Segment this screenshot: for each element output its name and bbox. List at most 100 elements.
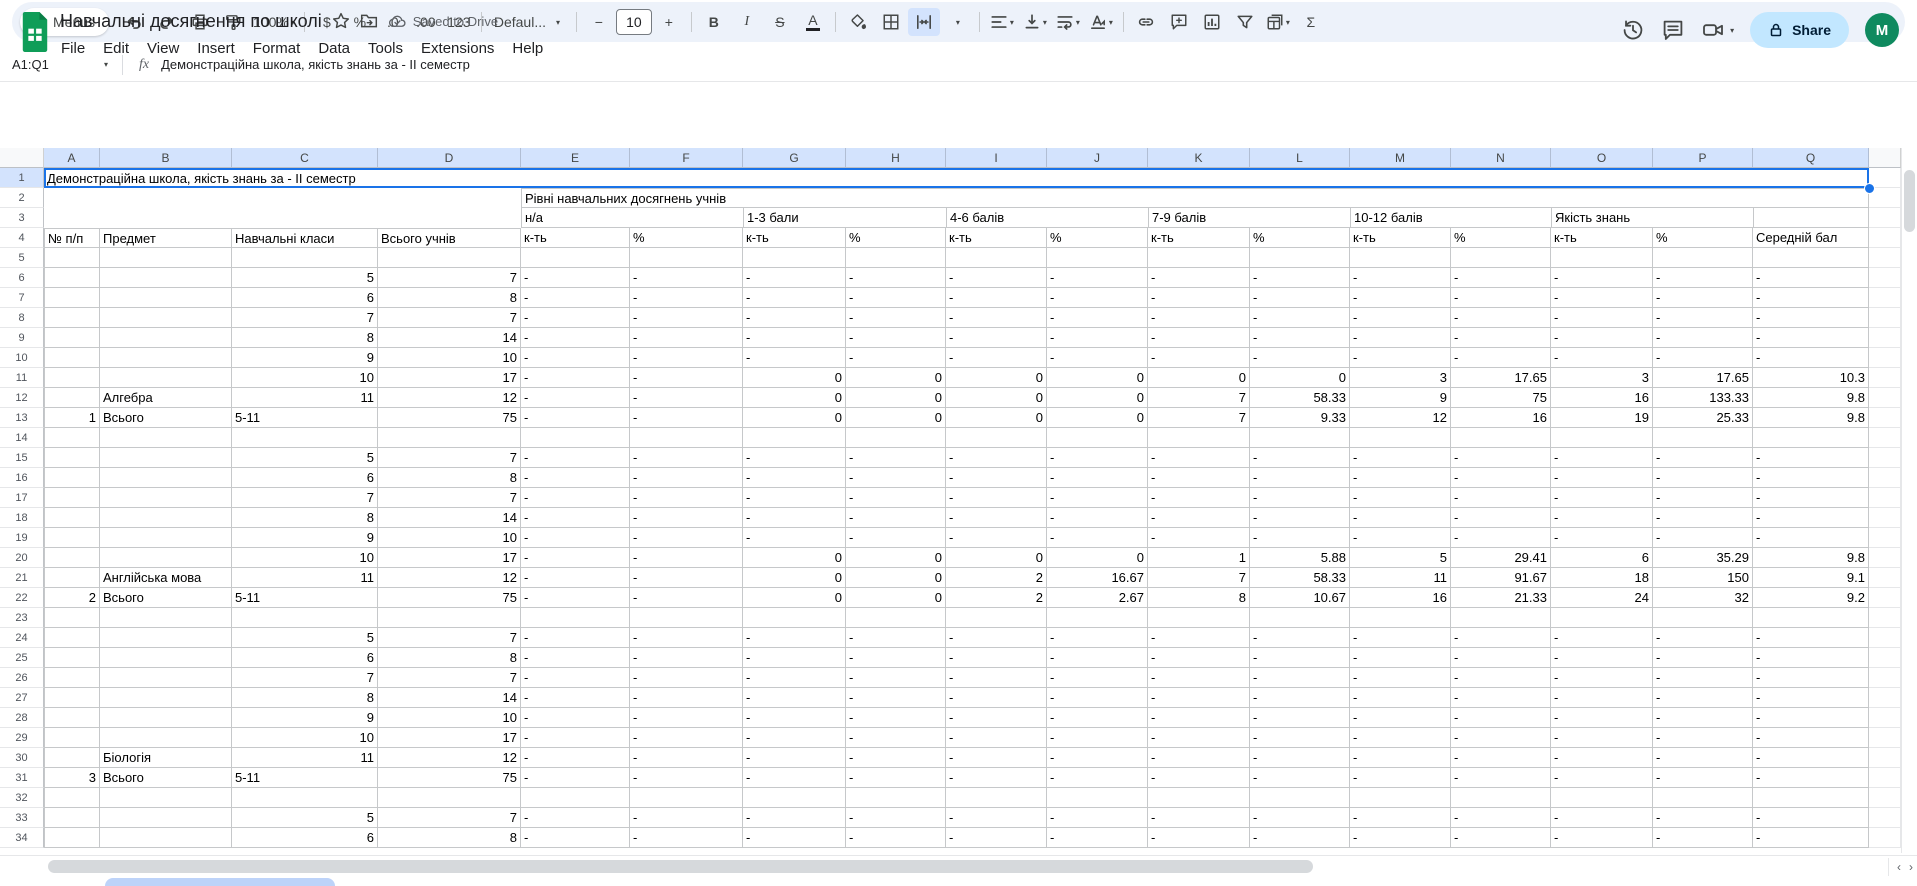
cell-O18[interactable]: - (1551, 508, 1653, 528)
cell-F14[interactable] (630, 428, 743, 448)
cell-P7[interactable]: - (1653, 288, 1753, 308)
cell-N14[interactable] (1451, 428, 1551, 448)
cell-J25[interactable]: - (1047, 648, 1148, 668)
cell-C4[interactable]: Навчальні класи (232, 228, 378, 248)
cell-H19[interactable]: - (846, 528, 946, 548)
cell-N12[interactable]: 75 (1451, 388, 1551, 408)
cell-C12[interactable]: 11 (232, 388, 378, 408)
cell-I12[interactable]: 0 (946, 388, 1047, 408)
cell-O33[interactable]: - (1551, 808, 1653, 828)
cell-F23[interactable] (630, 608, 743, 628)
cell-N18[interactable]: - (1451, 508, 1551, 528)
menu-extensions[interactable]: Extensions (412, 38, 503, 59)
cell-O17[interactable]: - (1551, 488, 1653, 508)
menu-tools[interactable]: Tools (359, 38, 412, 59)
cell-G17[interactable]: - (743, 488, 846, 508)
cell-H29[interactable]: - (846, 728, 946, 748)
cell-F7[interactable]: - (630, 288, 743, 308)
cell-O30[interactable]: - (1551, 748, 1653, 768)
cell-A9[interactable] (44, 328, 100, 348)
cell-O16[interactable]: - (1551, 468, 1653, 488)
row-header-19[interactable]: 19 (0, 528, 44, 548)
cell-J20[interactable]: 0 (1047, 548, 1148, 568)
cell-Q31[interactable]: - (1753, 768, 1869, 788)
cell-I24[interactable]: - (946, 628, 1047, 648)
cell-O25[interactable]: - (1551, 648, 1653, 668)
cell-O26[interactable]: - (1551, 668, 1653, 688)
cell-G1[interactable] (743, 168, 846, 188)
cell-P3[interactable] (1653, 208, 1753, 228)
cell-P11[interactable]: 17.65 (1653, 368, 1753, 388)
cell-K5[interactable] (1148, 248, 1250, 268)
cell-B18[interactable] (100, 508, 232, 528)
cell-J10[interactable]: - (1047, 348, 1148, 368)
cell-A29[interactable] (44, 728, 100, 748)
cell-K28[interactable]: - (1148, 708, 1250, 728)
cell-C26[interactable]: 7 (232, 668, 378, 688)
cell-C29[interactable]: 10 (232, 728, 378, 748)
cell-F16[interactable]: - (630, 468, 743, 488)
cell-A12[interactable] (44, 388, 100, 408)
cell-M7[interactable]: - (1350, 288, 1451, 308)
cell-L5[interactable] (1250, 248, 1350, 268)
cell-I10[interactable]: - (946, 348, 1047, 368)
cell-K32[interactable] (1148, 788, 1250, 808)
cell-Q9[interactable]: - (1753, 328, 1869, 348)
cell-L10[interactable]: - (1250, 348, 1350, 368)
cell-B20[interactable] (100, 548, 232, 568)
column-header-I[interactable]: I (946, 148, 1047, 168)
cell-N24[interactable]: - (1451, 628, 1551, 648)
cell-partial-31[interactable] (1869, 768, 1901, 788)
cell-K19[interactable]: - (1148, 528, 1250, 548)
cell-B32[interactable] (100, 788, 232, 808)
cell-E24[interactable]: - (521, 628, 630, 648)
cell-G10[interactable]: - (743, 348, 846, 368)
column-header-K[interactable]: K (1148, 148, 1250, 168)
cell-A3[interactable] (44, 208, 100, 228)
cell-F21[interactable]: - (630, 568, 743, 588)
vertical-scrollbar-thumb[interactable] (1904, 170, 1915, 232)
cell-Q6[interactable]: - (1753, 268, 1869, 288)
cell-I14[interactable] (946, 428, 1047, 448)
cell-partial-21[interactable] (1869, 568, 1901, 588)
menu-view[interactable]: View (138, 38, 188, 59)
cell-P17[interactable]: - (1653, 488, 1753, 508)
cell-partial-27[interactable] (1869, 688, 1901, 708)
cell-G33[interactable]: - (743, 808, 846, 828)
cell-G12[interactable]: 0 (743, 388, 846, 408)
cell-H12[interactable]: 0 (846, 388, 946, 408)
cell-O10[interactable]: - (1551, 348, 1653, 368)
cell-J28[interactable]: - (1047, 708, 1148, 728)
cell-Q7[interactable]: - (1753, 288, 1869, 308)
cell-M16[interactable]: - (1350, 468, 1451, 488)
column-header-D[interactable]: D (378, 148, 521, 168)
cell-F9[interactable]: - (630, 328, 743, 348)
cell-G18[interactable]: - (743, 508, 846, 528)
cell-I17[interactable]: - (946, 488, 1047, 508)
cell-O4[interactable]: к-ть (1551, 228, 1653, 248)
cell-B21[interactable]: Англійська мова (100, 568, 232, 588)
cell-G34[interactable]: - (743, 828, 846, 848)
cell-B28[interactable] (100, 708, 232, 728)
cell-G27[interactable]: - (743, 688, 846, 708)
row-header-11[interactable]: 11 (0, 368, 44, 388)
cell-G2[interactable] (743, 188, 846, 208)
cell-E28[interactable]: - (521, 708, 630, 728)
cell-O8[interactable]: - (1551, 308, 1653, 328)
cell-O29[interactable]: - (1551, 728, 1653, 748)
cell-partial-28[interactable] (1869, 708, 1901, 728)
cell-J15[interactable]: - (1047, 448, 1148, 468)
cell-H24[interactable]: - (846, 628, 946, 648)
cell-H25[interactable]: - (846, 648, 946, 668)
cell-I20[interactable]: 0 (946, 548, 1047, 568)
cell-F34[interactable]: - (630, 828, 743, 848)
cell-L15[interactable]: - (1250, 448, 1350, 468)
cell-F5[interactable] (630, 248, 743, 268)
column-header-G[interactable]: G (743, 148, 846, 168)
share-button[interactable]: Share (1750, 12, 1849, 48)
cell-Q29[interactable]: - (1753, 728, 1869, 748)
cell-M1[interactable] (1350, 168, 1451, 188)
cell-K8[interactable]: - (1148, 308, 1250, 328)
cell-N20[interactable]: 29.41 (1451, 548, 1551, 568)
cell-N2[interactable] (1451, 188, 1551, 208)
